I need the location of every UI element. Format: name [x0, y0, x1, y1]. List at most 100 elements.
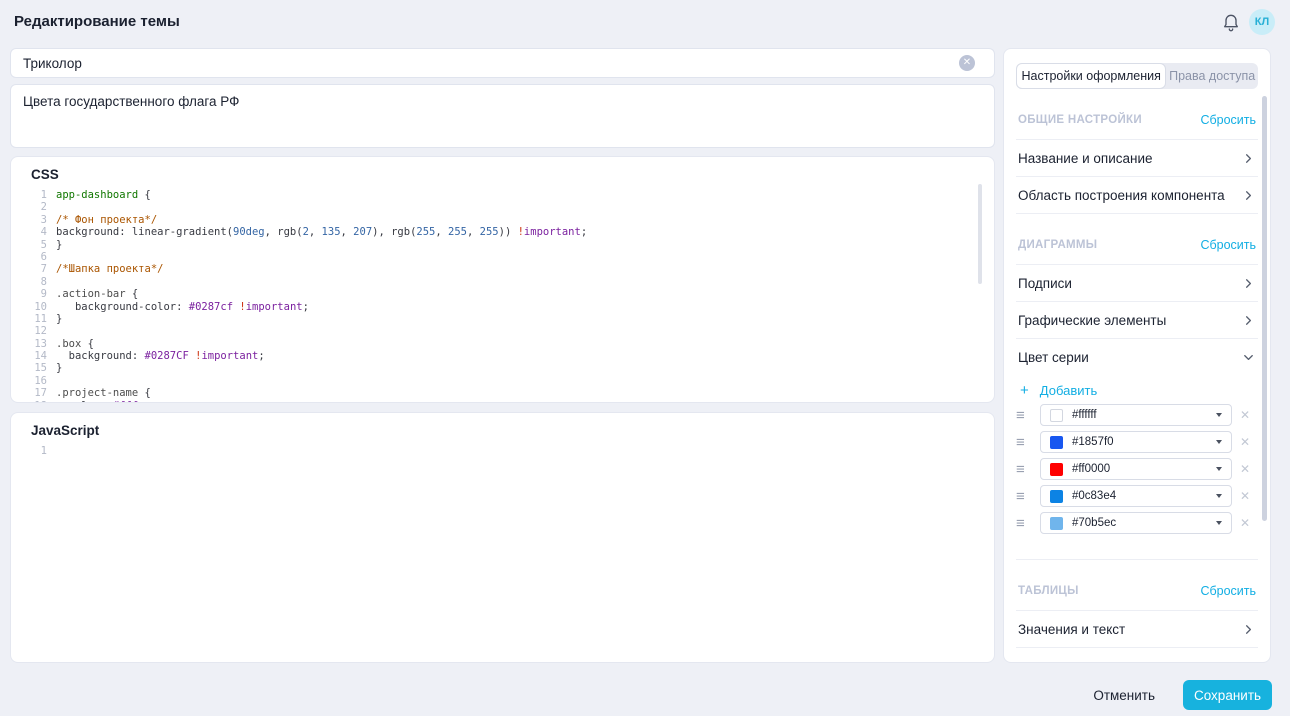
line-content: background: linear-gradient(90deg, rgb(2… [47, 226, 587, 238]
sidebar-item-collapsed[interactable]: Подписи [1016, 264, 1258, 301]
user-avatar[interactable]: КЛ [1249, 9, 1275, 35]
chevron-right-icon [1241, 276, 1256, 291]
drag-handle-icon[interactable]: ≡ [1016, 489, 1040, 504]
line-number: 18 [11, 400, 47, 403]
code-line: 4background: linear-gradient(90deg, rgb(… [11, 226, 994, 238]
sidebar-scrollbar[interactable] [1262, 96, 1267, 521]
code-line: 8 [11, 276, 994, 288]
sidebar-item-label: Цвет серии [1018, 350, 1089, 365]
sidebar-item-collapsed[interactable]: Графические элементы [1016, 301, 1258, 338]
line-number: 13 [11, 338, 47, 350]
sidebar-item-label: Область построения компонента [1018, 188, 1225, 203]
theme-editor-page: Редактирование темы КЛ ✕ Цвета государст… [0, 0, 1290, 716]
line-content: app-dashboard { [47, 189, 151, 201]
section-header: ОБЩИЕ НАСТРОЙКИСбросить [1016, 89, 1258, 139]
add-color-button[interactable]: +Добавить [1020, 383, 1097, 398]
notifications-bell-icon[interactable] [1221, 11, 1241, 33]
settings-group: ПодписиГрафические элементы Цвет серии +До… [1016, 264, 1258, 560]
sidebar-item-expanded[interactable]: Цвет серии [1016, 338, 1258, 375]
chevron-right-icon [1241, 622, 1256, 637]
line-number: 15 [11, 362, 47, 374]
code-line: 17.project-name { [11, 387, 994, 399]
color-hex-label: #70b5ec [1072, 517, 1207, 529]
line-number: 10 [11, 301, 47, 313]
line-number: 5 [11, 239, 47, 251]
line-content: } [47, 313, 62, 325]
series-color-row: ≡ #ffffff ✕ [1016, 404, 1258, 426]
colors-spacer [1016, 539, 1258, 559]
code-line: 2 [11, 201, 994, 213]
color-swatch [1050, 436, 1063, 449]
tab-access-rights[interactable]: Права доступа [1166, 63, 1258, 89]
line-number: 14 [11, 350, 47, 362]
settings-sidebar: Настройки оформленияПрава доступа ОБЩИЕ … [1003, 48, 1271, 663]
js-editor-label: JavaScript [31, 423, 994, 438]
tab-design-settings[interactable]: Настройки оформления [1016, 63, 1166, 89]
remove-color-button[interactable]: ✕ [1232, 435, 1258, 449]
caret-down-icon [1216, 467, 1222, 471]
section-title: ТАБЛИЦЫ [1018, 585, 1079, 597]
sidebar-item-collapsed[interactable]: Название и описание [1016, 139, 1258, 176]
line-number: 16 [11, 375, 47, 387]
css-editor-panel: CSS 1app-dashboard {23/* Фон проекта*/4b… [10, 156, 995, 403]
color-hex-label: #ff0000 [1072, 463, 1207, 475]
line-number: 2 [11, 201, 47, 213]
color-hex-label: #1857f0 [1072, 436, 1207, 448]
drag-handle-icon[interactable]: ≡ [1016, 516, 1040, 531]
caret-down-icon [1216, 521, 1222, 525]
section-title: ДИАГРАММЫ [1018, 239, 1097, 251]
clear-input-icon[interactable]: ✕ [959, 55, 975, 71]
color-select-dropdown[interactable]: #1857f0 [1040, 431, 1232, 453]
caret-down-icon [1216, 440, 1222, 444]
save-button[interactable]: Сохранить [1183, 680, 1272, 710]
line-content: } [47, 239, 62, 251]
reset-button[interactable]: Сбросить [1200, 584, 1256, 598]
color-select-dropdown[interactable]: #ff0000 [1040, 458, 1232, 480]
series-color-row: ≡ #ff0000 ✕ [1016, 458, 1258, 480]
drag-handle-icon[interactable]: ≡ [1016, 462, 1040, 477]
code-line: 12 [11, 325, 994, 337]
color-select-dropdown[interactable]: #ffffff [1040, 404, 1232, 426]
color-select-dropdown[interactable]: #70b5ec [1040, 512, 1232, 534]
line-number: 11 [11, 313, 47, 325]
remove-color-button[interactable]: ✕ [1232, 408, 1258, 422]
js-code-area[interactable]: 1 [11, 445, 994, 457]
remove-color-button[interactable]: ✕ [1232, 489, 1258, 503]
sidebar-tabs: Настройки оформленияПрава доступа [1016, 63, 1258, 89]
sidebar-item-collapsed[interactable]: Значения и текст [1016, 610, 1258, 647]
line-number: 4 [11, 226, 47, 238]
chevron-right-icon [1241, 151, 1256, 166]
section-header: ДИАГРАММЫ Сбросить [1016, 214, 1258, 264]
css-editor-scrollbar[interactable] [978, 184, 982, 284]
theme-name-input[interactable] [10, 48, 995, 78]
code-line: 5} [11, 239, 994, 251]
line-number: 7 [11, 263, 47, 275]
line-content [47, 251, 56, 263]
cancel-button[interactable]: Отменить [1089, 682, 1159, 709]
series-color-row: ≡ #0c83e4 ✕ [1016, 485, 1258, 507]
code-line: 16 [11, 375, 994, 387]
drag-handle-icon[interactable]: ≡ [1016, 408, 1040, 423]
drag-handle-icon[interactable]: ≡ [1016, 435, 1040, 450]
chevron-down-icon [1241, 350, 1256, 365]
css-code-area[interactable]: 1app-dashboard {23/* Фон проекта*/4backg… [11, 189, 994, 403]
code-line: 1app-dashboard { [11, 189, 994, 201]
color-select-dropdown[interactable]: #0c83e4 [1040, 485, 1232, 507]
reset-button[interactable]: Сбросить [1200, 238, 1256, 252]
line-number: 17 [11, 387, 47, 399]
remove-color-button[interactable]: ✕ [1232, 462, 1258, 476]
code-line: 15} [11, 362, 994, 374]
remove-color-button[interactable]: ✕ [1232, 516, 1258, 530]
series-color-row: ≡ #70b5ec ✕ [1016, 512, 1258, 534]
line-content: background-color: #0287cf !important; [47, 301, 309, 313]
color-hex-label: #0c83e4 [1072, 490, 1207, 502]
sidebar-item-collapsed[interactable]: Область построения компонента [1016, 176, 1258, 213]
reset-button[interactable]: Сбросить [1200, 113, 1256, 127]
js-editor-panel: JavaScript 1 [10, 412, 995, 663]
line-number: 3 [11, 214, 47, 226]
theme-description-textarea[interactable]: Цвета государственного флага РФ [10, 84, 995, 148]
line-content [47, 325, 56, 337]
line-content: .project-name { [47, 387, 151, 399]
color-hex-label: #ffffff [1072, 409, 1207, 421]
code-line: 6 [11, 251, 994, 263]
